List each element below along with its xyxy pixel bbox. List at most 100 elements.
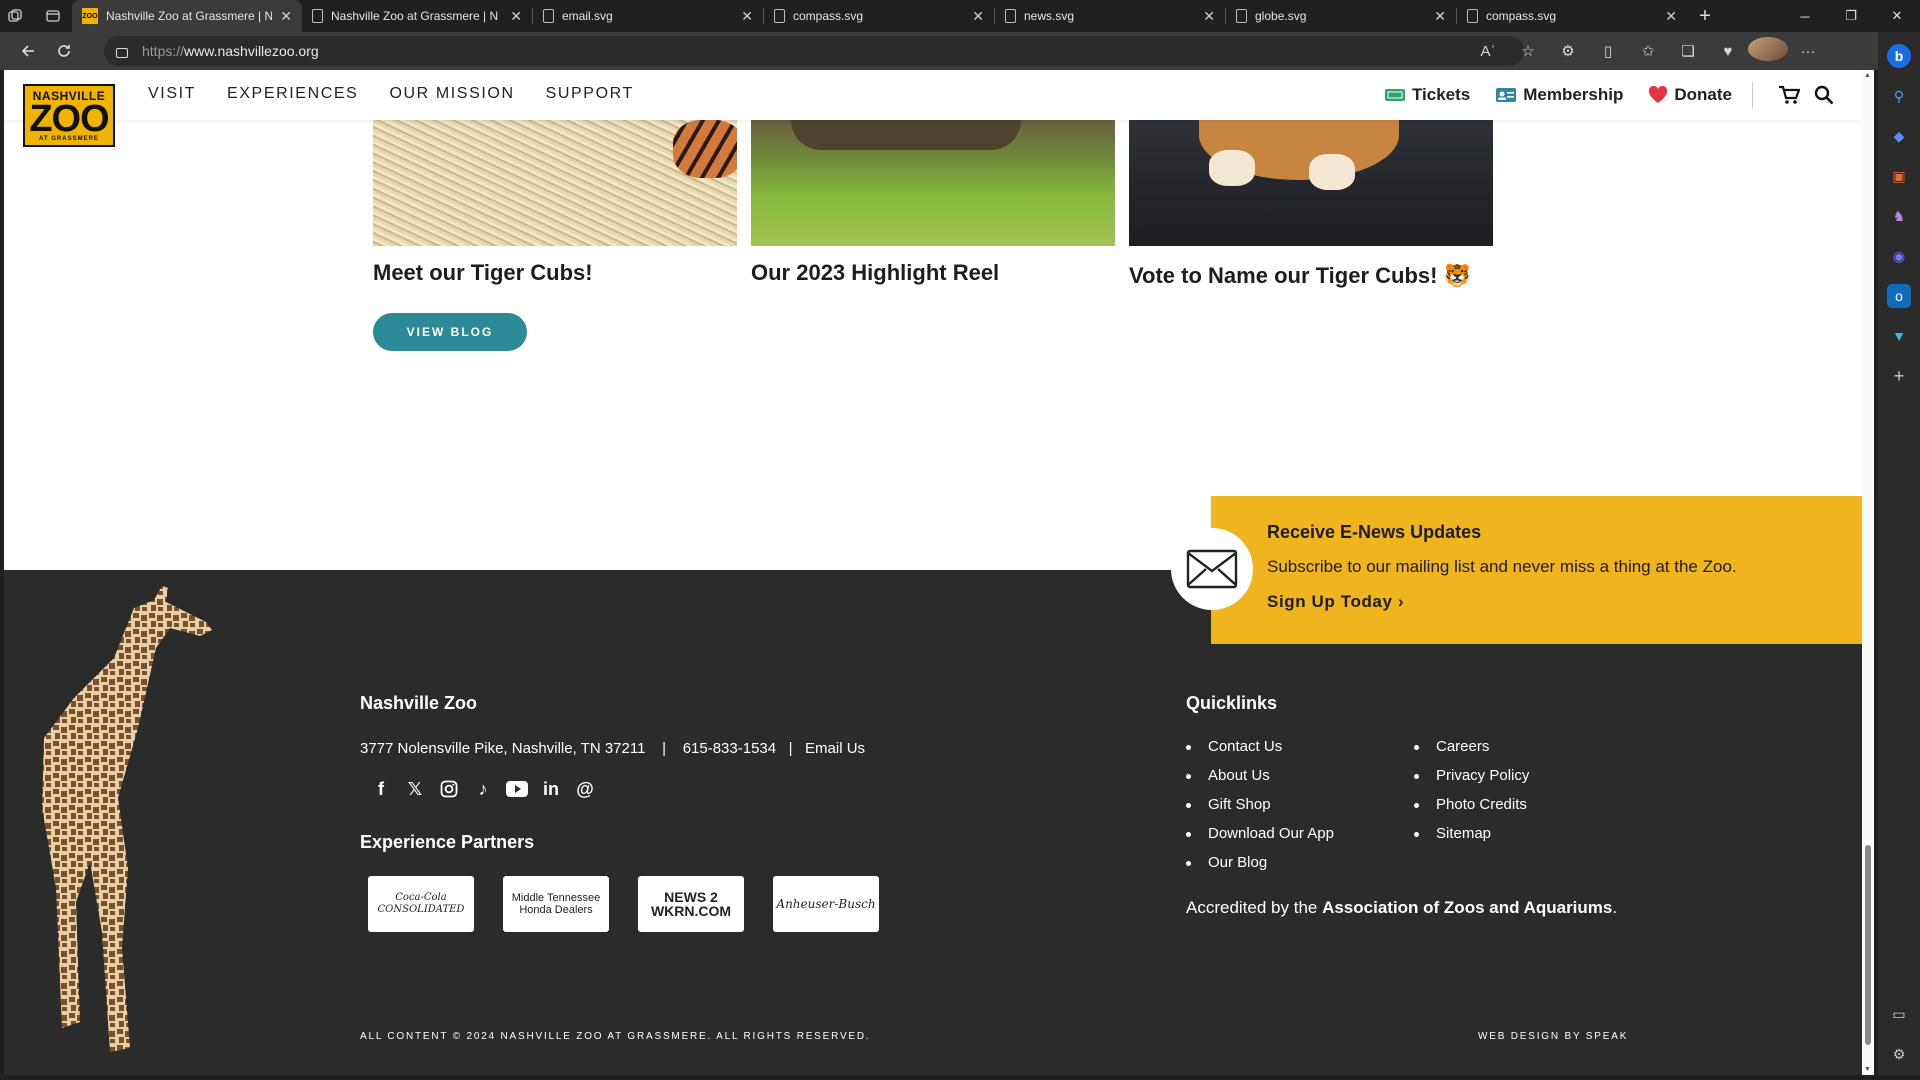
threads-icon[interactable]: @ bbox=[568, 777, 602, 801]
back-icon[interactable] bbox=[10, 35, 46, 67]
quicklink-contact-us[interactable]: Contact Us bbox=[1186, 738, 1334, 767]
footer-email-link[interactable]: Email Us bbox=[805, 740, 865, 757]
toolbar-icons: Aʾ ☆ ⚙ ▯ ✩ ❏ ♥ ··· bbox=[1468, 32, 1828, 70]
sign-up-link[interactable]: Sign Up Today › bbox=[1267, 592, 1404, 612]
web-design-credit[interactable]: WEB DESIGN BY SPEAK bbox=[1478, 1031, 1628, 1042]
partners-heading: Experience Partners bbox=[360, 832, 535, 852]
nav-experiences[interactable]: EXPERIENCES bbox=[227, 85, 358, 103]
quicklink-download-app[interactable]: Download Our App bbox=[1186, 825, 1334, 854]
quicklink-about-us[interactable]: About Us bbox=[1186, 767, 1334, 796]
heart-icon bbox=[1648, 86, 1668, 104]
partner-anheuser-busch[interactable]: Anheuser-Busch bbox=[773, 876, 879, 932]
close-tab-icon[interactable]: ✕ bbox=[972, 8, 984, 25]
window-controls: ─ ❐ ✕ bbox=[1782, 0, 1920, 32]
quicklink-careers[interactable]: Careers bbox=[1414, 738, 1529, 767]
refresh-icon[interactable] bbox=[46, 35, 82, 67]
nav-support[interactable]: SUPPORT bbox=[546, 85, 634, 103]
close-tab-icon[interactable]: ✕ bbox=[741, 8, 753, 25]
window-bottom-edge bbox=[0, 1075, 1920, 1080]
close-tab-icon[interactable]: ✕ bbox=[1203, 8, 1215, 25]
profile-avatar[interactable] bbox=[1748, 37, 1788, 65]
quicklink-photo-credits[interactable]: Photo Credits bbox=[1414, 796, 1529, 825]
youtube-icon[interactable] bbox=[500, 777, 534, 801]
partner-news2-wkrn[interactable]: NEWS 2 WKRN.COM bbox=[638, 876, 744, 932]
cart-icon[interactable] bbox=[1778, 85, 1800, 105]
restore-icon[interactable]: ❐ bbox=[1828, 0, 1874, 32]
quicklinks-column-2: Careers Privacy Policy Photo Credits Sit… bbox=[1414, 738, 1529, 854]
close-tab-icon[interactable]: ✕ bbox=[280, 8, 292, 25]
partner-coca-cola[interactable]: Coca-Cola CONSOLIDATED bbox=[368, 876, 474, 932]
tab-compass-svg[interactable]: compass.svg ✕ bbox=[764, 0, 994, 32]
add-sidebar-icon[interactable]: + bbox=[1887, 364, 1911, 388]
blog-title-1[interactable]: Meet our Tiger Cubs! bbox=[373, 260, 593, 286]
tab-nashville-zoo[interactable]: Nashville Zoo at Grassmere | N ✕ bbox=[302, 0, 532, 32]
close-tab-icon[interactable]: ✕ bbox=[510, 8, 522, 25]
x-twitter-icon[interactable]: 𝕏 bbox=[398, 777, 432, 801]
view-blog-button[interactable]: VIEW BLOG bbox=[373, 313, 527, 351]
lock-icon[interactable] bbox=[116, 48, 128, 58]
linkedin-icon[interactable]: in bbox=[534, 777, 568, 801]
blog-image-tiger-cub-hay[interactable] bbox=[373, 120, 737, 246]
sidebar-settings-icon[interactable]: ⚙ bbox=[1887, 1042, 1911, 1066]
new-tab-button[interactable]: + bbox=[1687, 5, 1723, 28]
hide-sidebar-icon[interactable]: ▭ bbox=[1887, 1002, 1911, 1026]
instagram-icon[interactable] bbox=[432, 777, 466, 801]
quicklink-our-blog[interactable]: Our Blog bbox=[1186, 854, 1334, 883]
collections-icon[interactable]: ❏ bbox=[1668, 42, 1708, 60]
blog-title-3[interactable]: Vote to Name our Tiger Cubs! 🐯 bbox=[1129, 263, 1471, 289]
blog-image-tiger-cub-paws[interactable] bbox=[1129, 120, 1493, 246]
footer-contact-line: 3777 Nolensville Pike, Nashville, TN 372… bbox=[360, 740, 865, 757]
copilot-icon[interactable]: b bbox=[1887, 44, 1911, 68]
extensions-icon[interactable]: ⚙ bbox=[1548, 42, 1588, 60]
quicklink-sitemap[interactable]: Sitemap bbox=[1414, 825, 1529, 854]
tab-actions-icon[interactable] bbox=[38, 0, 68, 32]
tools-icon[interactable]: ▣ bbox=[1887, 164, 1911, 188]
url-bar[interactable]: https:// www.nashvillezoo.org bbox=[104, 36, 1524, 66]
nav-our-mission[interactable]: OUR MISSION bbox=[389, 85, 514, 103]
tab-nashville-zoo-active[interactable]: ZOO Nashville Zoo at Grassmere | N ✕ bbox=[72, 0, 302, 32]
workspaces-icon[interactable] bbox=[0, 0, 30, 32]
quicklink-gift-shop[interactable]: Gift Shop bbox=[1186, 796, 1334, 825]
tab-compass-svg-2[interactable]: compass.svg ✕ bbox=[1457, 0, 1687, 32]
nav-visit[interactable]: VISIT bbox=[148, 85, 196, 103]
outlook-icon[interactable]: o bbox=[1887, 284, 1911, 308]
scroll-up-icon[interactable]: ▲ bbox=[1864, 72, 1871, 79]
logo-line-3: AT GRASSMERE bbox=[39, 135, 99, 142]
drop-icon[interactable]: ▼ bbox=[1887, 324, 1911, 348]
page-scrollbar[interactable]: ▲ ▼ bbox=[1862, 70, 1874, 1075]
blog-title-2[interactable]: Our 2023 Highlight Reel bbox=[751, 260, 999, 286]
footer-phone[interactable]: 615-833-1534 bbox=[683, 740, 776, 757]
blog-image-highlight-reel[interactable] bbox=[751, 120, 1115, 246]
search-icon[interactable] bbox=[1814, 85, 1834, 105]
split-screen-icon[interactable]: ▯ bbox=[1588, 42, 1628, 60]
favorites-icon[interactable]: ✩ bbox=[1628, 42, 1668, 60]
membership-link[interactable]: Membership bbox=[1495, 85, 1623, 105]
facebook-icon[interactable]: f bbox=[364, 777, 398, 801]
tab-globe-svg[interactable]: globe.svg ✕ bbox=[1226, 0, 1456, 32]
tickets-link[interactable]: Tickets bbox=[1384, 85, 1470, 105]
donate-link[interactable]: Donate bbox=[1648, 85, 1732, 105]
enews-text: Subscribe to our mailing list and never … bbox=[1267, 557, 1737, 576]
close-tab-icon[interactable]: ✕ bbox=[1434, 8, 1446, 25]
tickets-label: Tickets bbox=[1411, 85, 1471, 104]
tab-news-svg[interactable]: news.svg ✕ bbox=[995, 0, 1225, 32]
partner-honda-dealers[interactable]: Middle Tennessee Honda Dealers bbox=[503, 876, 609, 932]
scrollbar-thumb[interactable] bbox=[1865, 845, 1871, 1045]
tiktok-icon[interactable]: ♪ bbox=[466, 777, 500, 801]
aza-link[interactable]: Association of Zoos and Aquariums bbox=[1322, 898, 1612, 917]
close-window-icon[interactable]: ✕ bbox=[1874, 0, 1920, 32]
games-icon[interactable]: ♞ bbox=[1887, 204, 1911, 228]
microsoft-365-icon[interactable]: ◉ bbox=[1887, 244, 1911, 268]
close-tab-icon[interactable]: ✕ bbox=[1665, 8, 1677, 25]
favorite-star-icon[interactable]: ☆ bbox=[1508, 42, 1548, 60]
tab-email-svg[interactable]: email.svg ✕ bbox=[533, 0, 763, 32]
scroll-down-icon[interactable]: ▼ bbox=[1864, 1066, 1871, 1073]
more-menu-icon[interactable]: ··· bbox=[1788, 43, 1828, 60]
read-aloud-icon[interactable]: Aʾ bbox=[1468, 43, 1508, 60]
shopping-icon[interactable]: ◆ bbox=[1887, 124, 1911, 148]
browser-essentials-icon[interactable]: ♥ bbox=[1708, 43, 1748, 60]
quicklink-privacy-policy[interactable]: Privacy Policy bbox=[1414, 767, 1529, 796]
nashville-zoo-logo[interactable]: NASHVILLE ZOO AT GRASSMERE bbox=[23, 84, 115, 147]
minimize-icon[interactable]: ─ bbox=[1782, 0, 1828, 32]
search-sidebar-icon[interactable]: ⚲ bbox=[1887, 84, 1911, 108]
